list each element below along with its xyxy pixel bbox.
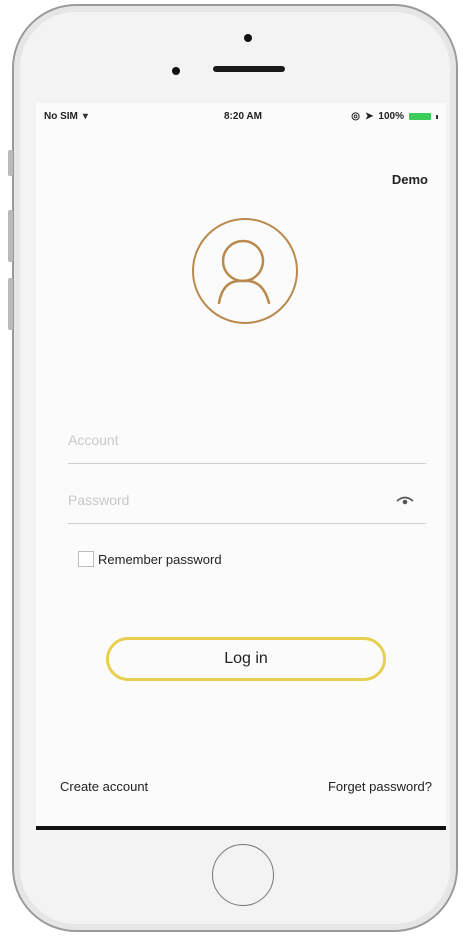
- create-account-link[interactable]: Create account: [60, 779, 148, 794]
- volume-down-button: [8, 278, 13, 330]
- demo-link[interactable]: Demo: [392, 172, 428, 187]
- avatar-icon: [192, 218, 298, 324]
- account-input[interactable]: [68, 421, 426, 459]
- account-field[interactable]: [68, 421, 426, 464]
- earpiece-speaker: [213, 66, 285, 72]
- status-time: 8:20 AM: [224, 111, 262, 122]
- alarm-icon: ◎: [351, 111, 361, 122]
- remember-password-label: Remember password: [98, 551, 222, 567]
- mute-switch: [8, 150, 13, 176]
- front-camera: [244, 34, 252, 42]
- location-icon: ➤: [365, 111, 374, 122]
- wifi-icon: ▾: [82, 111, 88, 122]
- volume-up-button: [8, 210, 13, 262]
- home-button[interactable]: [212, 844, 274, 906]
- password-input[interactable]: [68, 481, 426, 519]
- battery-percent: 100%: [378, 111, 404, 122]
- remember-password-row[interactable]: Remember password: [78, 551, 222, 567]
- forget-password-link[interactable]: Forget password?: [328, 779, 432, 794]
- proximity-sensor: [172, 67, 180, 75]
- eye-icon[interactable]: [396, 495, 414, 507]
- password-field[interactable]: [68, 481, 426, 524]
- app-screen: No SIM ▾ 8:20 AM ◎ ➤ 100% Demo Remember …: [36, 103, 446, 828]
- login-button[interactable]: Log in: [106, 637, 386, 681]
- battery-icon: [409, 113, 431, 120]
- screen-bottom-edge: [36, 826, 446, 830]
- remember-password-checkbox[interactable]: [78, 551, 94, 567]
- carrier-label: No SIM: [44, 111, 78, 122]
- battery-nub: [436, 114, 438, 119]
- status-bar: No SIM ▾ 8:20 AM ◎ ➤ 100%: [44, 111, 438, 125]
